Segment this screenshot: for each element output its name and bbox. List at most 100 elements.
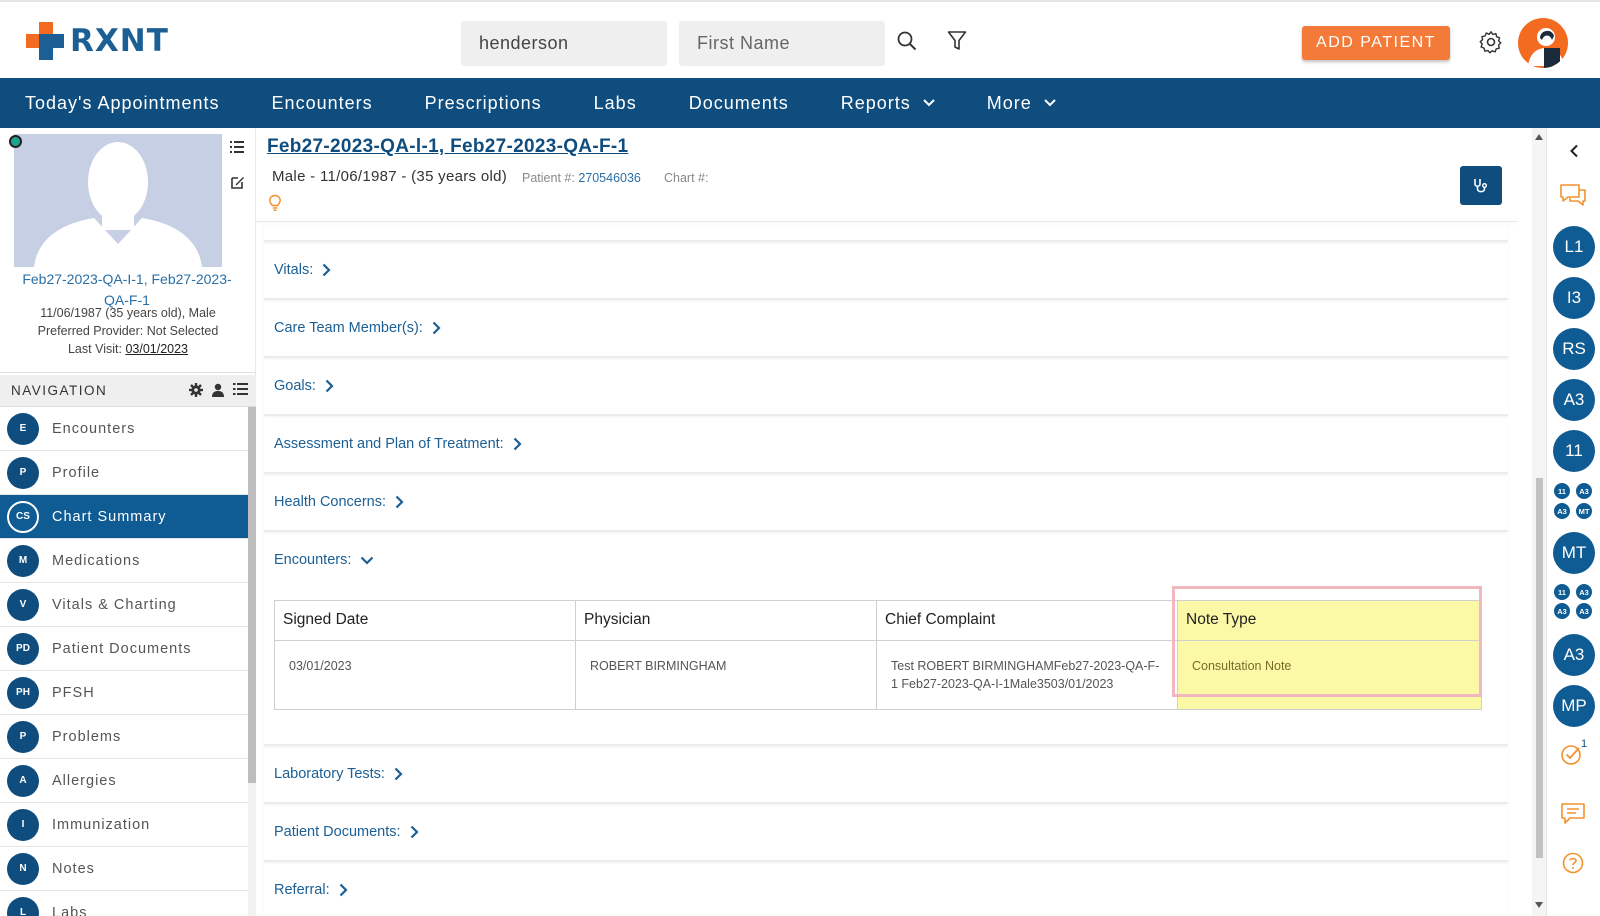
lightbulb-icon[interactable] — [268, 194, 282, 217]
nav-labs[interactable]: Labs — [594, 93, 637, 114]
nav-badge: P — [7, 456, 39, 489]
section-assessment-toggle[interactable]: Assessment and Plan of Treatment: — [274, 436, 522, 452]
gear-icon[interactable] — [189, 383, 203, 397]
nav-badge: I — [7, 808, 39, 841]
rail-badge[interactable]: L1 — [1553, 226, 1595, 268]
scrollbar-thumb[interactable] — [1536, 478, 1543, 858]
nav-item-allergies[interactable]: A Allergies — [0, 759, 248, 803]
section-goals-toggle[interactable]: Goals: — [274, 378, 334, 394]
section-title: Laboratory Tests: — [274, 766, 385, 782]
chart-summary-content: Feb27-2023-QA-l-1, Feb27-2023-QA-F-1 Mal… — [256, 128, 1532, 916]
nav-badge: PH — [7, 676, 39, 709]
nav-item-immunization[interactable]: I Immunization — [0, 803, 248, 847]
message-icon[interactable] — [1560, 802, 1586, 826]
person-icon[interactable] — [211, 383, 225, 397]
nav-documents[interactable]: Documents — [689, 93, 789, 114]
help-question-icon[interactable] — [1562, 852, 1584, 874]
nav-item-patient-documents[interactable]: PD Patient Documents — [0, 627, 248, 671]
section-health-concerns-toggle[interactable]: Health Concerns: — [274, 494, 404, 510]
settings-gear-icon[interactable] — [1478, 29, 1504, 55]
mini-badge: MT — [1575, 502, 1593, 520]
section-vitals-toggle[interactable]: Vitals: — [274, 262, 331, 278]
preferred-provider-line: Preferred Provider: Not Selected — [37, 324, 219, 338]
scroll-down-arrow-icon[interactable] — [1535, 902, 1543, 908]
add-patient-button[interactable]: ADD PATIENT — [1302, 26, 1450, 60]
navigation-scrollbar[interactable] — [248, 407, 256, 916]
chevron-right-icon — [395, 495, 404, 509]
col-chief-complaint[interactable]: Chief Complaint — [876, 600, 1178, 641]
patient-number: Patient #: 270546036 — [522, 171, 641, 185]
section-referral-toggle[interactable]: Referral: — [274, 882, 348, 898]
nav-item-pfsh[interactable]: PH PFSH — [0, 671, 248, 715]
section-lab-tests-toggle[interactable]: Laboratory Tests: — [274, 766, 403, 782]
section-encounters-toggle[interactable]: Encounters: — [274, 552, 374, 568]
stethoscope-button[interactable] — [1460, 166, 1502, 205]
last-visit-date-link[interactable]: 03/01/2023 — [125, 342, 188, 356]
nav-label: Reports — [840, 92, 911, 113]
nav-item-problems[interactable]: P Problems — [0, 715, 248, 759]
nav-item-medications[interactable]: M Medications — [0, 539, 248, 583]
rail-badge[interactable]: I3 — [1553, 277, 1595, 319]
rail-badge[interactable]: MT — [1553, 532, 1595, 574]
patient-title-link[interactable]: Feb27-2023-QA-l-1, Feb27-2023-QA-F-1 — [267, 136, 628, 158]
section-title: Care Team Member(s): — [274, 320, 423, 336]
nav-item-profile[interactable]: P Profile — [0, 451, 248, 495]
rxnt-logo[interactable]: RXNT — [26, 22, 169, 60]
chevron-right-icon — [513, 437, 522, 451]
section-care-team: Care Team Member(s): — [264, 302, 1508, 358]
nav-item-labs[interactable]: L Labs — [0, 891, 248, 916]
rail-badge[interactable]: MP — [1553, 685, 1595, 727]
section-patient-docs-toggle[interactable]: Patient Documents: — [274, 824, 419, 840]
mini-badge: A3 — [1553, 602, 1571, 620]
last-name-search-input[interactable] — [461, 21, 667, 66]
nav-encounters[interactable]: Encounters — [272, 93, 373, 114]
nav-prescriptions[interactable]: Prescriptions — [425, 93, 542, 114]
navigation-title: NAVIGATION — [11, 383, 108, 398]
table-row[interactable]: 03/01/2023 ROBERT BIRMINGHAM Test ROBERT… — [274, 640, 1482, 710]
nav-item-vitals-charting[interactable]: V Vitals & Charting — [0, 583, 248, 627]
rail-badge[interactable]: A3 — [1553, 634, 1595, 676]
user-avatar[interactable] — [1518, 18, 1568, 68]
rail-badge[interactable]: 11 — [1553, 430, 1595, 472]
nav-todays-appointments[interactable]: Today's Appointments — [25, 93, 220, 114]
section-patient-documents: Patient Documents: — [264, 806, 1508, 862]
first-name-search-input[interactable] — [679, 21, 885, 66]
collapse-chevron-left-icon[interactable] — [1569, 144, 1579, 158]
stethoscope-icon — [1474, 178, 1487, 192]
tasks-icon[interactable]: 1 — [1559, 738, 1587, 773]
section-care-team-toggle[interactable]: Care Team Member(s): — [274, 320, 441, 336]
col-signed-date[interactable]: Signed Date — [274, 600, 576, 641]
col-physician[interactable]: Physician — [575, 600, 877, 641]
chat-bubbles-icon[interactable] — [1559, 182, 1587, 208]
patient-dob-line: 11/06/1987 (35 years old), Male — [40, 306, 216, 320]
scroll-up-arrow-icon[interactable] — [1535, 134, 1543, 140]
nav-more-dropdown[interactable]: More — [987, 93, 1056, 114]
nav-item-chart-summary[interactable]: CS Chart Summary — [0, 495, 248, 539]
nav-label: Today's Appointments — [25, 92, 220, 113]
chevron-right-icon — [322, 263, 331, 277]
edit-icon[interactable] — [230, 175, 245, 195]
list-icon[interactable] — [233, 383, 248, 395]
search-icon[interactable] — [894, 28, 920, 54]
nav-badge: P — [7, 720, 39, 753]
rail-badge[interactable]: RS — [1553, 328, 1595, 370]
nav-item-label: Problems — [52, 728, 122, 745]
top-bar: RXNT ADD PATIENT — [0, 0, 1600, 78]
table-header-row: Signed Date Physician Chief Complaint No… — [274, 600, 1482, 641]
list-icon[interactable] — [230, 140, 245, 158]
nav-item-notes[interactable]: N Notes — [0, 847, 248, 891]
nav-badge: E — [7, 412, 39, 445]
rail-badge[interactable]: A3 — [1553, 379, 1595, 421]
col-note-type[interactable]: Note Type — [1177, 600, 1482, 641]
scrollbar-thumb[interactable] — [248, 407, 256, 783]
main-navigation: Today's Appointments Encounters Prescrip… — [0, 78, 1600, 128]
navigation-list: E Encounters P Profile CS Chart Summary M Me… — [0, 407, 248, 916]
nav-label: Documents — [688, 92, 789, 113]
main-scrollbar[interactable] — [1532, 128, 1546, 916]
section-title: Vitals: — [274, 262, 314, 278]
patient-name-link[interactable]: Feb27-2023-QA-I-1, Feb27-2023-QA-F-1 — [12, 269, 242, 311]
nav-item-encounters[interactable]: E Encounters — [0, 407, 248, 451]
nav-item-label: Vitals & Charting — [52, 596, 177, 613]
filter-icon[interactable] — [944, 28, 970, 54]
nav-reports-dropdown[interactable]: Reports — [841, 93, 935, 114]
